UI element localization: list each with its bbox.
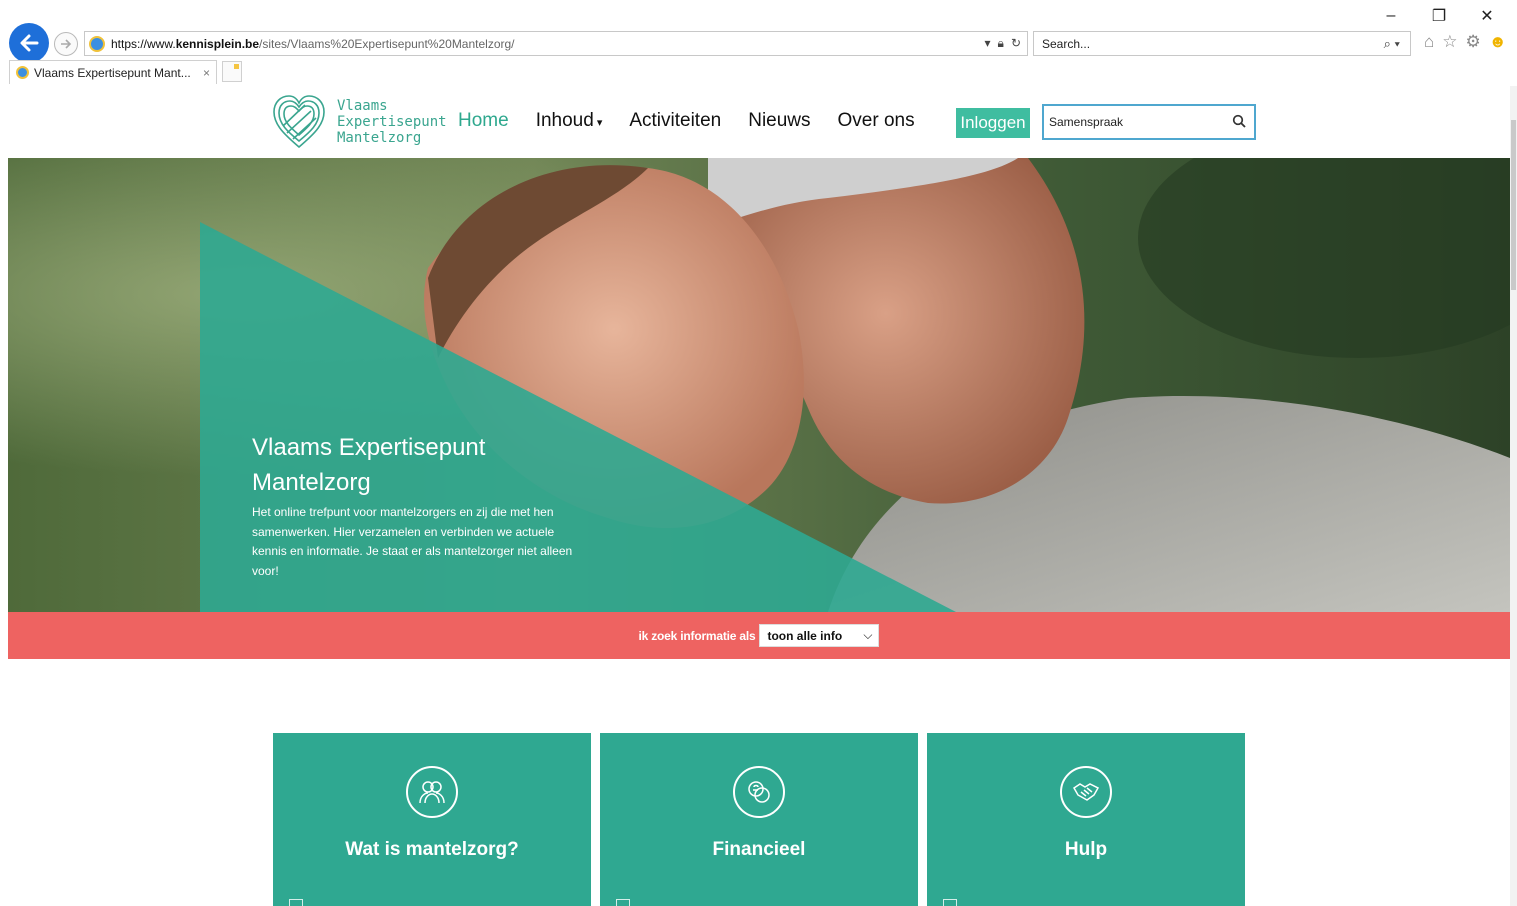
info-filter-bar: ik zoek informatie als toon alle info ⌵ xyxy=(8,612,1510,659)
url-host: kennisplein.be xyxy=(175,36,260,51)
search-placeholder: Search... xyxy=(1042,36,1091,51)
web-page: Vlaams Expertisepunt Mantelzorg Home Inh… xyxy=(8,86,1510,906)
browser-search-input[interactable]: Search... ⌕ ▾ xyxy=(1033,31,1411,56)
close-window-button[interactable]: ✕ xyxy=(1463,4,1511,28)
window-controls: – ❐ ✕ xyxy=(1367,4,1511,28)
chevron-down-icon: ⌵ xyxy=(863,628,873,642)
lock-icon[interactable]: 🔒︎ xyxy=(998,36,1004,51)
map-icon xyxy=(943,899,957,906)
address-bar-icons: ▾ 🔒︎ ↻ xyxy=(985,36,1027,51)
arrow-right-icon xyxy=(61,39,72,49)
minimize-button[interactable]: – xyxy=(1367,4,1415,28)
address-bar[interactable]: https://www. kennisplein.be/sites/Vlaams%… xyxy=(84,31,1028,56)
gear-icon[interactable]: ⚙ xyxy=(1466,32,1481,52)
back-button[interactable] xyxy=(9,23,49,63)
card-financieel[interactable]: Financieel xyxy=(600,733,918,906)
search-icon[interactable]: ⌕ ▾ xyxy=(1384,36,1410,52)
document-icon xyxy=(289,899,303,906)
hero-description: Het online trefpunt voor mantelzorgers e… xyxy=(252,505,573,578)
logo-line-1: Vlaams xyxy=(337,98,388,114)
people-icon xyxy=(406,766,458,818)
hero-title: Vlaams Expertisepunt Mantelzorg xyxy=(252,434,486,496)
magnifier-icon[interactable] xyxy=(1232,114,1254,131)
browser-tab[interactable]: Vlaams Expertisepunt Mant... × xyxy=(9,60,217,84)
site-logo[interactable]: Vlaams Expertisepunt Mantelzorg xyxy=(271,93,447,151)
card-title: Financieel xyxy=(712,839,806,860)
nav-over-ons[interactable]: Over ons xyxy=(838,110,915,132)
audience-select[interactable]: toon alle info ⌵ xyxy=(759,624,880,647)
nav-activiteiten[interactable]: Activiteiten xyxy=(629,110,721,132)
logo-text: Vlaams Expertisepunt Mantelzorg xyxy=(337,98,447,146)
refresh-icon[interactable]: ↻ xyxy=(1011,36,1021,51)
browser-chrome: – ❐ ✕ https://www. kennisplein.be/sites/V… xyxy=(0,0,1517,86)
hero-photo xyxy=(8,158,1510,612)
nav-inhoud[interactable]: Inhoud ▾ xyxy=(536,110,603,132)
tab-title: Vlaams Expertisepunt Mant... xyxy=(34,65,191,80)
dropdown-icon[interactable]: ▾ xyxy=(985,36,991,51)
forward-button[interactable] xyxy=(54,32,78,56)
arrow-left-icon xyxy=(20,34,39,52)
logo-line-3: Mantelzorg xyxy=(337,130,422,146)
map-icon xyxy=(616,899,630,906)
topic-cards: Wat is mantelzorg? Financieel Hulp xyxy=(273,733,1245,906)
home-icon[interactable]: ⌂ xyxy=(1424,32,1434,52)
audience-select-value: toon alle info xyxy=(767,628,843,643)
heart-logo-icon xyxy=(273,95,325,149)
card-title: Wat is mantelzorg? xyxy=(345,839,519,860)
logo-line-2: Expertisepunt xyxy=(337,114,447,130)
caret-down-icon: ▾ xyxy=(596,117,603,129)
card-wat-is-mantelzorg[interactable]: Wat is mantelzorg? xyxy=(273,733,591,906)
site-header: Vlaams Expertisepunt Mantelzorg Home Inh… xyxy=(8,86,1510,158)
url-scheme: https://www. xyxy=(111,36,176,51)
url-path: /sites/Vlaams%20Expertisepunt%20Mantelzo… xyxy=(259,36,515,51)
ie-icon xyxy=(16,66,29,79)
scrollbar-thumb[interactable] xyxy=(1511,120,1516,290)
nav-inhoud-label: Inhoud xyxy=(535,110,594,131)
handshake-icon xyxy=(1060,766,1112,818)
site-search-value: Samenspraak xyxy=(1049,115,1124,129)
restore-button[interactable]: ❐ xyxy=(1415,4,1463,28)
browser-toolbar: ⌂ ☆ ⚙ ☻ xyxy=(1424,32,1507,52)
filter-label: ik zoek informatie als xyxy=(638,628,756,643)
smiley-icon[interactable]: ☻ xyxy=(1489,32,1507,52)
tab-close-icon[interactable]: × xyxy=(203,66,216,80)
nav-nieuws[interactable]: Nieuws xyxy=(748,110,810,132)
coins-icon xyxy=(733,766,785,818)
main-nav: Home Inhoud ▾ Activiteiten Nieuws Over on… xyxy=(458,110,942,132)
card-hulp[interactable]: Hulp xyxy=(927,733,1245,906)
new-tab-button[interactable] xyxy=(222,61,242,82)
login-button[interactable]: Inloggen xyxy=(956,108,1030,138)
nav-home[interactable]: Home xyxy=(458,110,509,132)
card-title: Hulp xyxy=(1064,839,1108,860)
star-icon[interactable]: ☆ xyxy=(1442,32,1457,52)
hero-banner: Vlaams Expertisepunt Mantelzorg Het onli… xyxy=(8,158,1510,612)
ie-icon xyxy=(89,35,105,52)
site-search-input[interactable]: Samenspraak xyxy=(1042,104,1256,140)
